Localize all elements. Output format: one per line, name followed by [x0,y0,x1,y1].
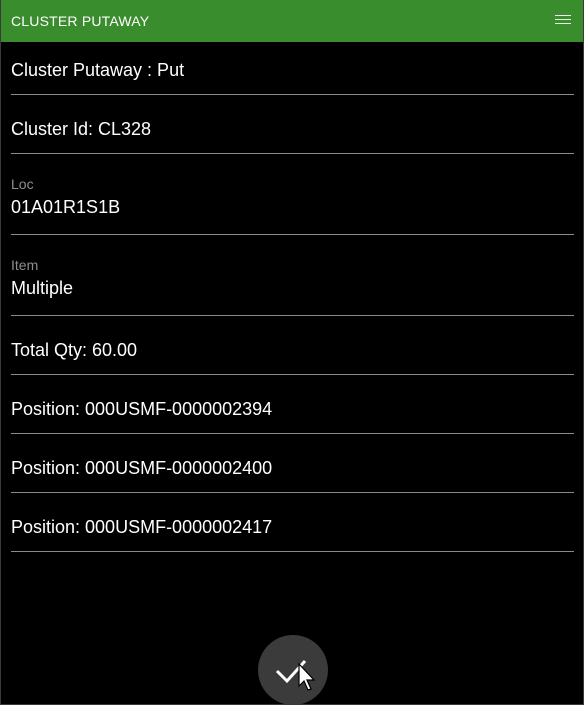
loc-value: 01A01R1S1B [11,197,121,217]
position-row: Position: 000USMF-0000002394 [11,375,574,434]
app-window: CLUSTER PUTAWAY Cluster Putaway : Put Cl… [0,0,584,705]
hamburger-menu-icon[interactable] [555,15,571,27]
item-value: Multiple [11,278,74,298]
position-row: Position: 000USMF-0000002400 [11,434,574,493]
item-row: Item Multiple [11,235,574,316]
total-qty-row: Total Qty: 60.00 [11,316,574,375]
position-row: Position: 000USMF-0000002417 [11,493,574,552]
position-text: Position: 000USMF-0000002394 [11,399,273,419]
step-text: Cluster Putaway : Put [11,60,185,80]
position-text: Position: 000USMF-0000002417 [11,517,273,537]
checkmark-icon [275,659,307,684]
cluster-id-text: Cluster Id: CL328 [11,119,152,139]
step-row: Cluster Putaway : Put [11,42,574,95]
page-title: CLUSTER PUTAWAY [11,13,150,29]
title-bar: CLUSTER PUTAWAY [1,0,583,42]
field-list: Cluster Putaway : Put Cluster Id: CL328 … [11,42,574,552]
loc-row: Loc 01A01R1S1B [11,154,574,235]
cluster-id-row: Cluster Id: CL328 [11,95,574,154]
position-text: Position: 000USMF-0000002400 [11,458,273,478]
loc-label: Loc [11,176,34,192]
confirm-button[interactable] [258,635,328,705]
total-qty-text: Total Qty: 60.00 [11,340,138,360]
item-label: Item [11,257,39,273]
